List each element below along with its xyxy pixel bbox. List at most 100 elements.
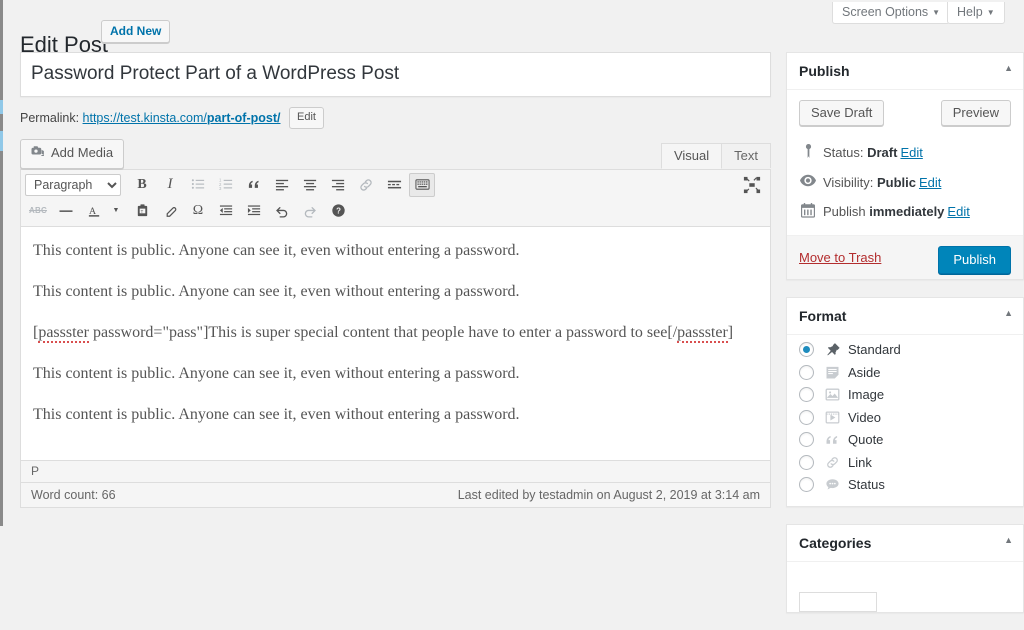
editor-content-area[interactable]: This content is public. Anyone can see i… <box>21 226 770 460</box>
format-option-standard[interactable]: Standard <box>799 339 1011 362</box>
spellcheck-word: passster <box>677 323 728 343</box>
editor-container: ParagraphHeading 1Heading 2Heading 3Head… <box>20 168 771 508</box>
chevron-down-icon: ▼ <box>986 8 995 17</box>
status-value: Draft <box>867 145 898 160</box>
permalink-row: Permalink: https://test.kinsta.com/part-… <box>20 106 771 130</box>
content-paragraph: This content is public. Anyone can see i… <box>33 282 520 300</box>
chevron-up-icon[interactable]: ▲ <box>1004 308 1013 318</box>
add-media-button[interactable]: Add Media <box>20 138 125 170</box>
format-option-video[interactable]: Video <box>799 406 1011 429</box>
svg-text:?: ? <box>336 207 341 216</box>
text-color-icon[interactable]: A <box>81 199 107 223</box>
insert-link-icon[interactable] <box>353 173 379 197</box>
clear-formatting-icon[interactable] <box>157 199 183 223</box>
align-right-icon[interactable] <box>325 173 351 197</box>
post-visibility-row: Visibility: Public Edit <box>799 168 1011 198</box>
screen-options-label: Screen Options <box>842 5 929 19</box>
tab-text[interactable]: Text <box>721 142 771 168</box>
publish-box: Publish ▲ Save Draft Preview Status: Dra… <box>786 52 1024 280</box>
editor-status-bar: Word count: 66 Last edited by testadmin … <box>21 481 770 507</box>
bold-icon[interactable]: B <box>129 173 155 197</box>
calendar-icon <box>800 202 816 218</box>
numbered-list-icon[interactable]: 1 2 3 <box>213 173 239 197</box>
chevron-up-icon[interactable]: ▲ <box>1004 535 1013 545</box>
special-character-icon[interactable]: Ω <box>185 199 211 223</box>
edit-permalink-button[interactable]: Edit <box>288 106 324 130</box>
text-color-dropdown-icon[interactable]: ▼ <box>109 199 123 223</box>
format-label: Aside <box>848 364 881 380</box>
permalink-slug: part-of-post/ <box>206 110 281 125</box>
aside-note-icon <box>823 365 841 380</box>
read-more-icon[interactable] <box>381 173 407 197</box>
strikethrough-icon[interactable]: ABC <box>25 199 51 223</box>
horizontal-line-icon[interactable] <box>53 199 79 223</box>
media-camera-icon <box>30 144 45 164</box>
radio-aside[interactable] <box>799 364 814 380</box>
post-status-row: Status: Draft Edit <box>799 138 1011 168</box>
add-new-button[interactable]: Add New <box>101 20 171 44</box>
italic-icon[interactable]: I <box>157 173 183 197</box>
radio-image[interactable] <box>799 387 814 403</box>
blockquote-icon[interactable] <box>241 173 267 197</box>
chevron-up-icon[interactable]: ▲ <box>1004 63 1013 73</box>
align-center-icon[interactable] <box>297 173 323 197</box>
format-label: Image <box>848 387 885 403</box>
chevron-down-icon: ▼ <box>932 8 941 17</box>
toolbar-toggle-icon[interactable] <box>409 172 435 197</box>
undo-icon[interactable] <box>269 199 295 223</box>
radio-link[interactable] <box>799 454 814 470</box>
screen-options-button[interactable]: Screen Options ▼ <box>832 2 951 24</box>
keyboard-shortcuts-icon[interactable]: ? <box>325 199 351 223</box>
categories-box-header[interactable]: Categories ▲ <box>787 525 1023 562</box>
increase-indent-icon[interactable] <box>241 199 267 223</box>
content-paragraph: This content is public. Anyone can see i… <box>33 405 520 423</box>
add-media-label: Add Media <box>51 145 114 161</box>
fullscreen-icon[interactable] <box>740 173 764 197</box>
radio-standard[interactable] <box>799 342 814 358</box>
publish-box-header[interactable]: Publish ▲ <box>787 53 1023 90</box>
edit-visibility-link[interactable]: Edit <box>919 175 941 190</box>
bulleted-list-icon[interactable] <box>185 173 211 197</box>
post-title-input[interactable] <box>29 56 762 93</box>
categories-tabs[interactable] <box>799 570 1011 586</box>
category-search-field[interactable] <box>799 592 877 612</box>
save-draft-button[interactable]: Save Draft <box>799 100 885 126</box>
align-left-icon[interactable] <box>269 173 295 197</box>
permalink-label: Permalink: <box>20 110 80 125</box>
format-option-image[interactable]: Image <box>799 384 1011 407</box>
format-option-link[interactable]: Link <box>799 451 1011 474</box>
categories-box: Categories ▲ <box>786 524 1024 613</box>
format-option-aside[interactable]: Aside <box>799 361 1011 384</box>
format-options-list: Standard Aside Image Video Quote Link St… <box>787 335 1023 507</box>
content-paragraph: This content is public. Anyone can see i… <box>33 241 520 259</box>
last-edited-info: Last edited by testadmin on August 2, 20… <box>457 487 760 502</box>
status-bubble-icon <box>823 477 841 492</box>
post-body-content: Permalink: https://test.kinsta.com/part-… <box>20 52 771 508</box>
publish-major-actions: Move to Trash Publish <box>787 234 1023 279</box>
radio-video[interactable] <box>799 409 814 425</box>
redo-icon[interactable] <box>297 199 323 223</box>
radio-quote[interactable] <box>799 432 814 448</box>
paragraph-format-select[interactable]: ParagraphHeading 1Heading 2Heading 3Head… <box>25 173 121 196</box>
decrease-indent-icon[interactable] <box>213 199 239 223</box>
help-button[interactable]: Help ▼ <box>947 2 1005 24</box>
radio-status[interactable] <box>799 477 814 493</box>
paste-as-text-icon[interactable]: T <box>129 199 155 223</box>
publish-minor-actions: Save Draft Preview <box>799 100 1011 132</box>
permalink-link[interactable]: https://test.kinsta.com/part-of-post/ <box>83 111 281 125</box>
editor-toolbar: ParagraphHeading 1Heading 2Heading 3Head… <box>21 169 770 227</box>
tab-visual[interactable]: Visual <box>660 142 723 169</box>
move-to-trash-link[interactable]: Move to Trash <box>799 250 881 265</box>
edit-status-link[interactable]: Edit <box>900 145 922 160</box>
format-box-header[interactable]: Format ▲ <box>787 298 1023 335</box>
publish-value: immediately <box>869 204 945 219</box>
edit-schedule-link[interactable]: Edit <box>947 204 969 219</box>
visibility-prefix: Visibility: <box>823 174 874 190</box>
video-icon <box>823 410 841 425</box>
preview-button[interactable]: Preview <box>940 100 1011 126</box>
format-option-quote[interactable]: Quote <box>799 429 1011 452</box>
publish-button[interactable]: Publish <box>938 245 1011 274</box>
format-option-status[interactable]: Status <box>799 474 1011 497</box>
toolbar-row-2: ABC A ▼ T Ω ? <box>25 198 766 224</box>
image-icon <box>823 387 841 402</box>
